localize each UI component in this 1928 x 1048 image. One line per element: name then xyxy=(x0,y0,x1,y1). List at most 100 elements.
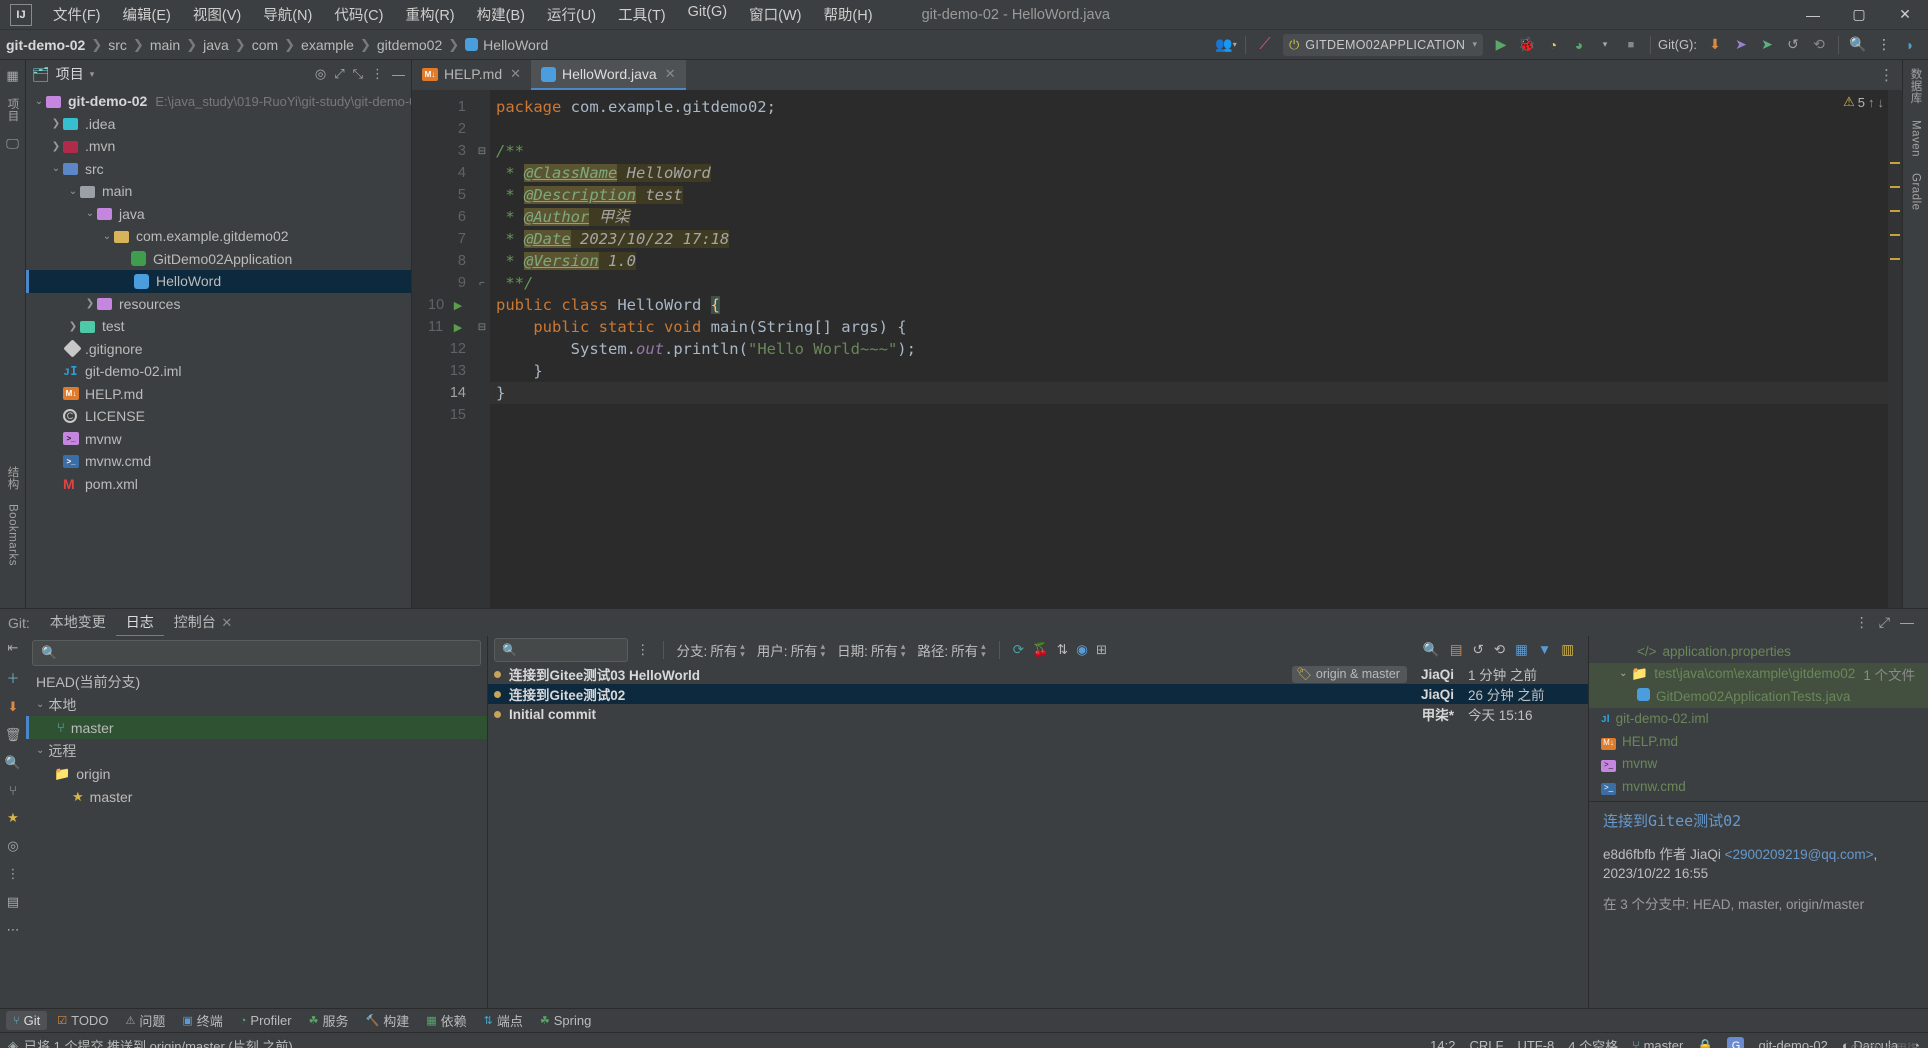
code-line[interactable]: /** xyxy=(490,140,1888,162)
branch-tree[interactable]: HEAD(当前分支) ⌄ 本地 ⑂ master ⌄ 远程 📁 origin ★ master xyxy=(26,670,487,808)
code-line[interactable] xyxy=(490,404,1888,426)
tool-window-button-todo[interactable]: ☑ TODO xyxy=(50,1011,115,1030)
project-tree-row[interactable]: ❯ .idea xyxy=(26,113,411,136)
code-line[interactable]: package com.example.gitdemo02; xyxy=(490,96,1888,118)
log-more-icon[interactable]: ⋮ xyxy=(636,642,650,658)
git-tab[interactable]: 日志 xyxy=(115,609,164,637)
show-details-icon[interactable]: ◉ xyxy=(1076,642,1088,658)
close-button[interactable]: ✕ xyxy=(1882,0,1928,30)
git-tab[interactable]: 控制台 ✕ xyxy=(164,609,243,637)
code-line[interactable]: } xyxy=(490,360,1888,382)
log-filter[interactable]: 路径: 所有 ▴ ▾ xyxy=(917,640,985,660)
error-stripe-gutter[interactable] xyxy=(1888,90,1902,608)
build-hammer-icon[interactable]: ⟋ xyxy=(1253,33,1277,57)
favorite-icon[interactable]: ★ xyxy=(7,810,19,826)
right-strip-label-gradle[interactable]: Gradle xyxy=(1910,173,1922,211)
code-line[interactable] xyxy=(490,118,1888,140)
project-tree-row[interactable]: ⌄ git-demo-02 E:\java_study\019-RuoYi\git-… xyxy=(26,90,411,113)
log-search-everywhere-icon[interactable]: 🔍 xyxy=(1423,642,1440,658)
prev-problem-icon[interactable]: ↑ xyxy=(1868,95,1875,110)
code-line[interactable]: **/ xyxy=(490,272,1888,294)
collapse-all-icon[interactable]: ⤡ xyxy=(353,66,363,82)
line-separator[interactable]: CRLF xyxy=(1469,1038,1503,1048)
expand-all-icon[interactable]: ⤢ xyxy=(334,66,344,82)
tool-window-button-services[interactable]: ☘ 服务 xyxy=(302,1009,356,1032)
users-icon[interactable]: 👥 ▾ xyxy=(1214,33,1238,57)
commit-email[interactable]: <2900209219@qq.com> xyxy=(1725,847,1874,862)
log-diff-icon[interactable]: ▤ xyxy=(1450,642,1463,658)
stop-icon[interactable]: ■ xyxy=(1619,33,1643,57)
code-line[interactable]: * @ClassName HelloWord xyxy=(490,162,1888,184)
file-encoding[interactable]: UTF-8 xyxy=(1517,1038,1554,1048)
commit-list[interactable]: 连接到Gitee测试03 HelloWorld 🏷 origin & master J… xyxy=(488,664,1588,1008)
project-tree-row[interactable]: ❯ test xyxy=(26,315,411,338)
lock-icon[interactable]: 🔒 xyxy=(1697,1038,1713,1048)
close-icon[interactable]: ✕ xyxy=(510,66,521,82)
left-strip-label-project[interactable]: 项目 xyxy=(5,98,21,122)
fetch-icon[interactable]: ⬇ xyxy=(8,699,19,715)
next-problem-icon[interactable]: ↓ xyxy=(1878,95,1885,110)
select-opened-file-icon[interactable]: ◎ xyxy=(315,66,326,82)
chevron-right-icon[interactable]: ❯ xyxy=(49,141,63,152)
code-line[interactable]: * @Author 甲柒 xyxy=(490,206,1888,228)
code-line[interactable]: * @Description test xyxy=(490,184,1888,206)
commit-ref-tag[interactable]: 🏷 origin & master xyxy=(1292,665,1407,683)
project-tree-row[interactable]: Mpom.xml xyxy=(26,473,411,496)
minimize-button[interactable]: — xyxy=(1790,0,1836,30)
project-tree-row[interactable]: >_ mvnw.cmd xyxy=(26,450,411,473)
fold-end-icon[interactable]: ⌐ xyxy=(474,272,490,294)
left-strip-label-bookmarks[interactable]: Bookmarks xyxy=(7,504,19,566)
project-tree-row[interactable]: ᴊI git-demo-02.iml xyxy=(26,360,411,383)
menu-item-0[interactable]: 文件(F) xyxy=(42,0,112,29)
branch-tree-row[interactable]: HEAD(当前分支) xyxy=(26,670,487,693)
breadcrumb-item-7[interactable]: HelloWord xyxy=(483,37,548,53)
debug-icon[interactable]: 🐞 xyxy=(1515,33,1539,57)
project-tree-row[interactable]: ⌄ src xyxy=(26,158,411,181)
editor-tab[interactable]: M↓ HELP.md ✕ xyxy=(412,60,531,90)
editor-tab[interactable]: HelloWord.java ✕ xyxy=(531,60,686,90)
tool-window-button-build[interactable]: 🔨 构建 xyxy=(358,1009,416,1032)
changed-file-row[interactable]: ᴊI git-demo-02.iml xyxy=(1589,708,1928,731)
changed-file-row[interactable]: GitDemo02ApplicationTests.java xyxy=(1589,685,1928,708)
maximize-button[interactable]: ▢ xyxy=(1836,0,1882,30)
run-gutter-icon[interactable]: ▶ xyxy=(450,321,466,334)
changed-files-tree[interactable]: </> application.properties ⌄ 📁 test\java\co… xyxy=(1589,636,1928,801)
tool-window-button-endpoints[interactable]: ⇅ 端点 xyxy=(477,1009,530,1032)
project-tree-row[interactable]: C LICENSE xyxy=(26,405,411,428)
menu-item-1[interactable]: 编辑(E) xyxy=(112,0,182,29)
project-tool-icon[interactable]: ▦ xyxy=(6,68,18,84)
log-layout-icon[interactable]: ▥ xyxy=(1561,642,1574,658)
project-tree-row[interactable]: HelloWord xyxy=(26,270,411,293)
settings-icon[interactable]: ◎ xyxy=(7,838,18,854)
tool-window-button-git[interactable]: ⑂ Git xyxy=(6,1011,48,1030)
menu-item-6[interactable]: 构建(B) xyxy=(466,0,536,29)
breadcrumb-item-2[interactable]: main xyxy=(150,37,180,53)
run-gutter-icon[interactable]: ▶ xyxy=(450,299,466,312)
history-icon[interactable]: ↺ xyxy=(1781,33,1805,57)
chevron-down-icon[interactable]: ⌄ xyxy=(36,745,44,756)
stepper-icon[interactable]: ▴ ▾ xyxy=(821,642,826,659)
run-coverage-icon[interactable]: ◔ xyxy=(1541,33,1565,57)
code-line[interactable]: public class HelloWord { xyxy=(490,294,1888,316)
more-tabs-icon[interactable]: ⋮ xyxy=(1879,66,1894,84)
code-line[interactable]: System.out.println("Hello World~~~"); xyxy=(490,338,1888,360)
project-tree[interactable]: ⌄ git-demo-02 E:\java_study\019-RuoYi\git-… xyxy=(26,88,411,608)
more-icon[interactable]: ⋮ xyxy=(1872,33,1896,57)
menu-item-11[interactable]: 帮助(H) xyxy=(812,0,883,29)
code-line[interactable]: * @Date 2023/10/22 17:18 xyxy=(490,228,1888,250)
commit-hash[interactable]: e8d6fbfb xyxy=(1603,847,1656,862)
ide-assistant-icon[interactable]: ◗ xyxy=(1898,33,1922,57)
stepper-icon[interactable]: ▴ ▾ xyxy=(901,642,906,659)
project-tree-row[interactable]: M↓ HELP.md xyxy=(26,383,411,406)
chevron-down-icon[interactable]: ⌄ xyxy=(1619,668,1627,679)
hide-panel-icon[interactable]: — xyxy=(392,67,405,82)
menu-item-8[interactable]: 工具(T) xyxy=(607,0,677,29)
chevron-down-icon[interactable]: ▾ xyxy=(1593,33,1617,57)
pull-request-icon[interactable]: ➤ xyxy=(1755,33,1779,57)
indent-setting[interactable]: 4 个空格 xyxy=(1568,1036,1618,1048)
sort-icon[interactable]: ⇅ xyxy=(1057,642,1068,658)
code-text[interactable]: package com.example.gitdemo02; /** * @Cla… xyxy=(490,90,1888,608)
maximize-panel-icon[interactable]: ⤢ xyxy=(1879,614,1890,631)
code-line[interactable]: public static void main(String[] args) { xyxy=(490,316,1888,338)
breadcrumb-item-4[interactable]: com xyxy=(252,37,278,53)
